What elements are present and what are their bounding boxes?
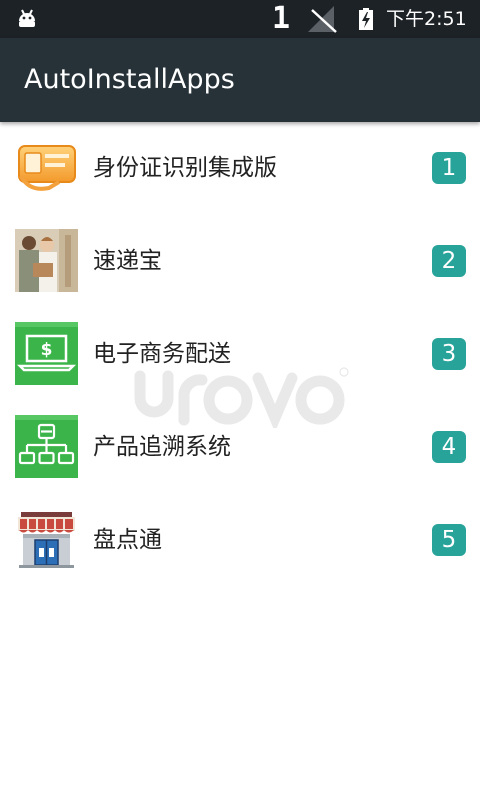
- hierarchy-chart-icon: [15, 415, 78, 478]
- no-signal-icon: [308, 6, 337, 33]
- battery-charging-icon: [359, 8, 373, 30]
- courier-photo-icon: [15, 229, 78, 292]
- clock: 下午2:51: [386, 8, 467, 30]
- index-badge: 5: [432, 524, 466, 556]
- notification-count: 1: [272, 1, 291, 36]
- status-bar: 1 下午2:51: [0, 0, 480, 38]
- app-title: AutoInstallApps: [24, 64, 235, 95]
- app-label: 电子商务配送: [93, 341, 231, 367]
- id-card-icon: [18, 145, 76, 191]
- index-badge: 1: [432, 152, 466, 184]
- list-item[interactable]: 盘点通 5: [0, 494, 480, 587]
- app-label: 速递宝: [93, 248, 162, 274]
- storefront-icon: [18, 512, 75, 568]
- list-item[interactable]: 身份证识别集成版 1: [0, 122, 480, 215]
- android-icon: [19, 9, 35, 27]
- list-item[interactable]: $ 电子商务配送 3: [0, 308, 480, 401]
- list-item[interactable]: 速递宝 2: [0, 215, 480, 308]
- app-label: 产品追溯系统: [93, 434, 231, 460]
- svg-text:$: $: [41, 340, 53, 360]
- index-badge: 4: [432, 431, 466, 463]
- app-label: 盘点通: [93, 527, 162, 553]
- laptop-dollar-icon: $: [15, 322, 78, 385]
- index-badge: 3: [432, 338, 466, 370]
- index-badge: 2: [432, 245, 466, 277]
- app-bar: AutoInstallApps: [0, 38, 480, 122]
- app-label: 身份证识别集成版: [93, 155, 277, 181]
- list-item[interactable]: 产品追溯系统 4: [0, 401, 480, 494]
